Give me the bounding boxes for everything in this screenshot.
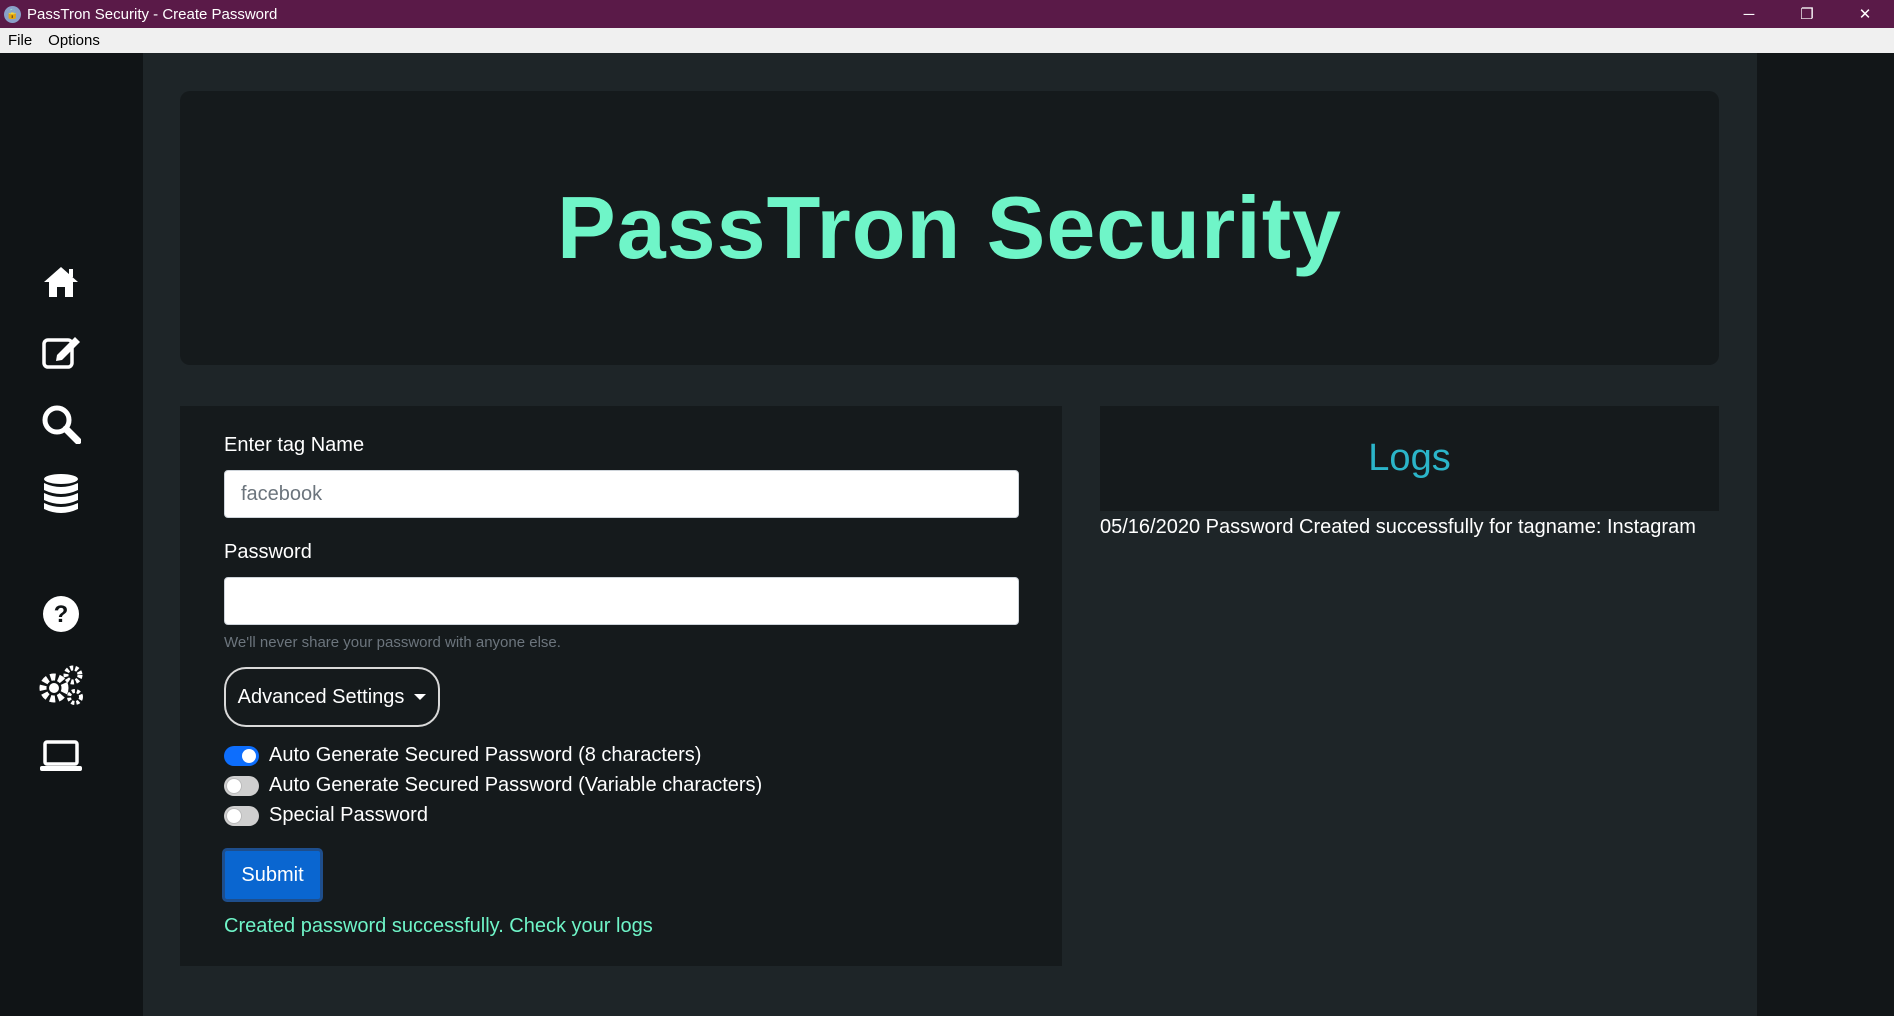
- password-input[interactable]: [224, 577, 1019, 625]
- logs-title: Logs: [1368, 437, 1451, 479]
- hero-banner: PassTron Security: [180, 91, 1719, 365]
- switch-auto-8[interactable]: Auto Generate Secured Password (8 charac…: [224, 744, 701, 767]
- switch-label: Special Password: [269, 804, 428, 826]
- toggle-switch-off[interactable]: [224, 805, 259, 826]
- window-title: PassTron Security - Create Password: [27, 5, 278, 23]
- restore-button[interactable]: ❐: [1778, 0, 1836, 28]
- sidebar: ?: [0, 53, 143, 1016]
- switch-special[interactable]: Special Password: [224, 804, 428, 827]
- help-icon[interactable]: ?: [38, 591, 84, 637]
- advanced-settings-label: Advanced Settings: [237, 685, 405, 708]
- window-controls: ─ ❐ ✕: [1720, 0, 1894, 28]
- home-icon[interactable]: [38, 259, 84, 305]
- toggle-switch-off[interactable]: [224, 775, 259, 796]
- success-message: Created password successfully. Check you…: [224, 915, 653, 937]
- switch-label: Auto Generate Secured Password (8 charac…: [269, 744, 702, 766]
- laptop-icon[interactable]: [38, 733, 84, 779]
- tag-name-input[interactable]: facebook: [224, 470, 1019, 518]
- database-icon[interactable]: [38, 471, 84, 517]
- password-help-text: We'll never share your password with any…: [224, 634, 561, 651]
- search-icon[interactable]: [38, 401, 84, 447]
- password-label: Password: [224, 541, 312, 563]
- create-password-form: Enter tag Name facebook Password We'll n…: [180, 406, 1062, 966]
- app-title: PassTron Security: [557, 178, 1342, 277]
- right-margin: [1757, 53, 1894, 1016]
- close-button[interactable]: ✕: [1836, 0, 1894, 28]
- menu-options[interactable]: Options: [40, 32, 108, 49]
- toggle-switch-on[interactable]: [224, 745, 259, 766]
- log-entry: 05/16/2020 Password Created successfully…: [1100, 516, 1696, 538]
- tag-name-label: Enter tag Name: [224, 434, 365, 456]
- menu-file[interactable]: File: [0, 32, 40, 49]
- settings-icon[interactable]: [38, 662, 84, 708]
- logs-header: Logs: [1100, 406, 1719, 511]
- title-bar: 🔒 PassTron Security - Create Password ─ …: [0, 0, 1894, 28]
- edit-icon[interactable]: [38, 329, 84, 375]
- menu-bar: File Options: [0, 28, 1894, 53]
- submit-button[interactable]: Submit: [222, 848, 323, 902]
- lock-icon: 🔒: [4, 5, 21, 23]
- caret-down-icon: [414, 694, 427, 700]
- switch-auto-variable[interactable]: Auto Generate Secured Password (Variable…: [224, 774, 762, 797]
- minimize-button[interactable]: ─: [1720, 0, 1778, 28]
- svg-text:?: ?: [54, 601, 69, 628]
- switch-label: Auto Generate Secured Password (Variable…: [269, 774, 763, 796]
- advanced-settings-dropdown[interactable]: Advanced Settings: [224, 667, 440, 727]
